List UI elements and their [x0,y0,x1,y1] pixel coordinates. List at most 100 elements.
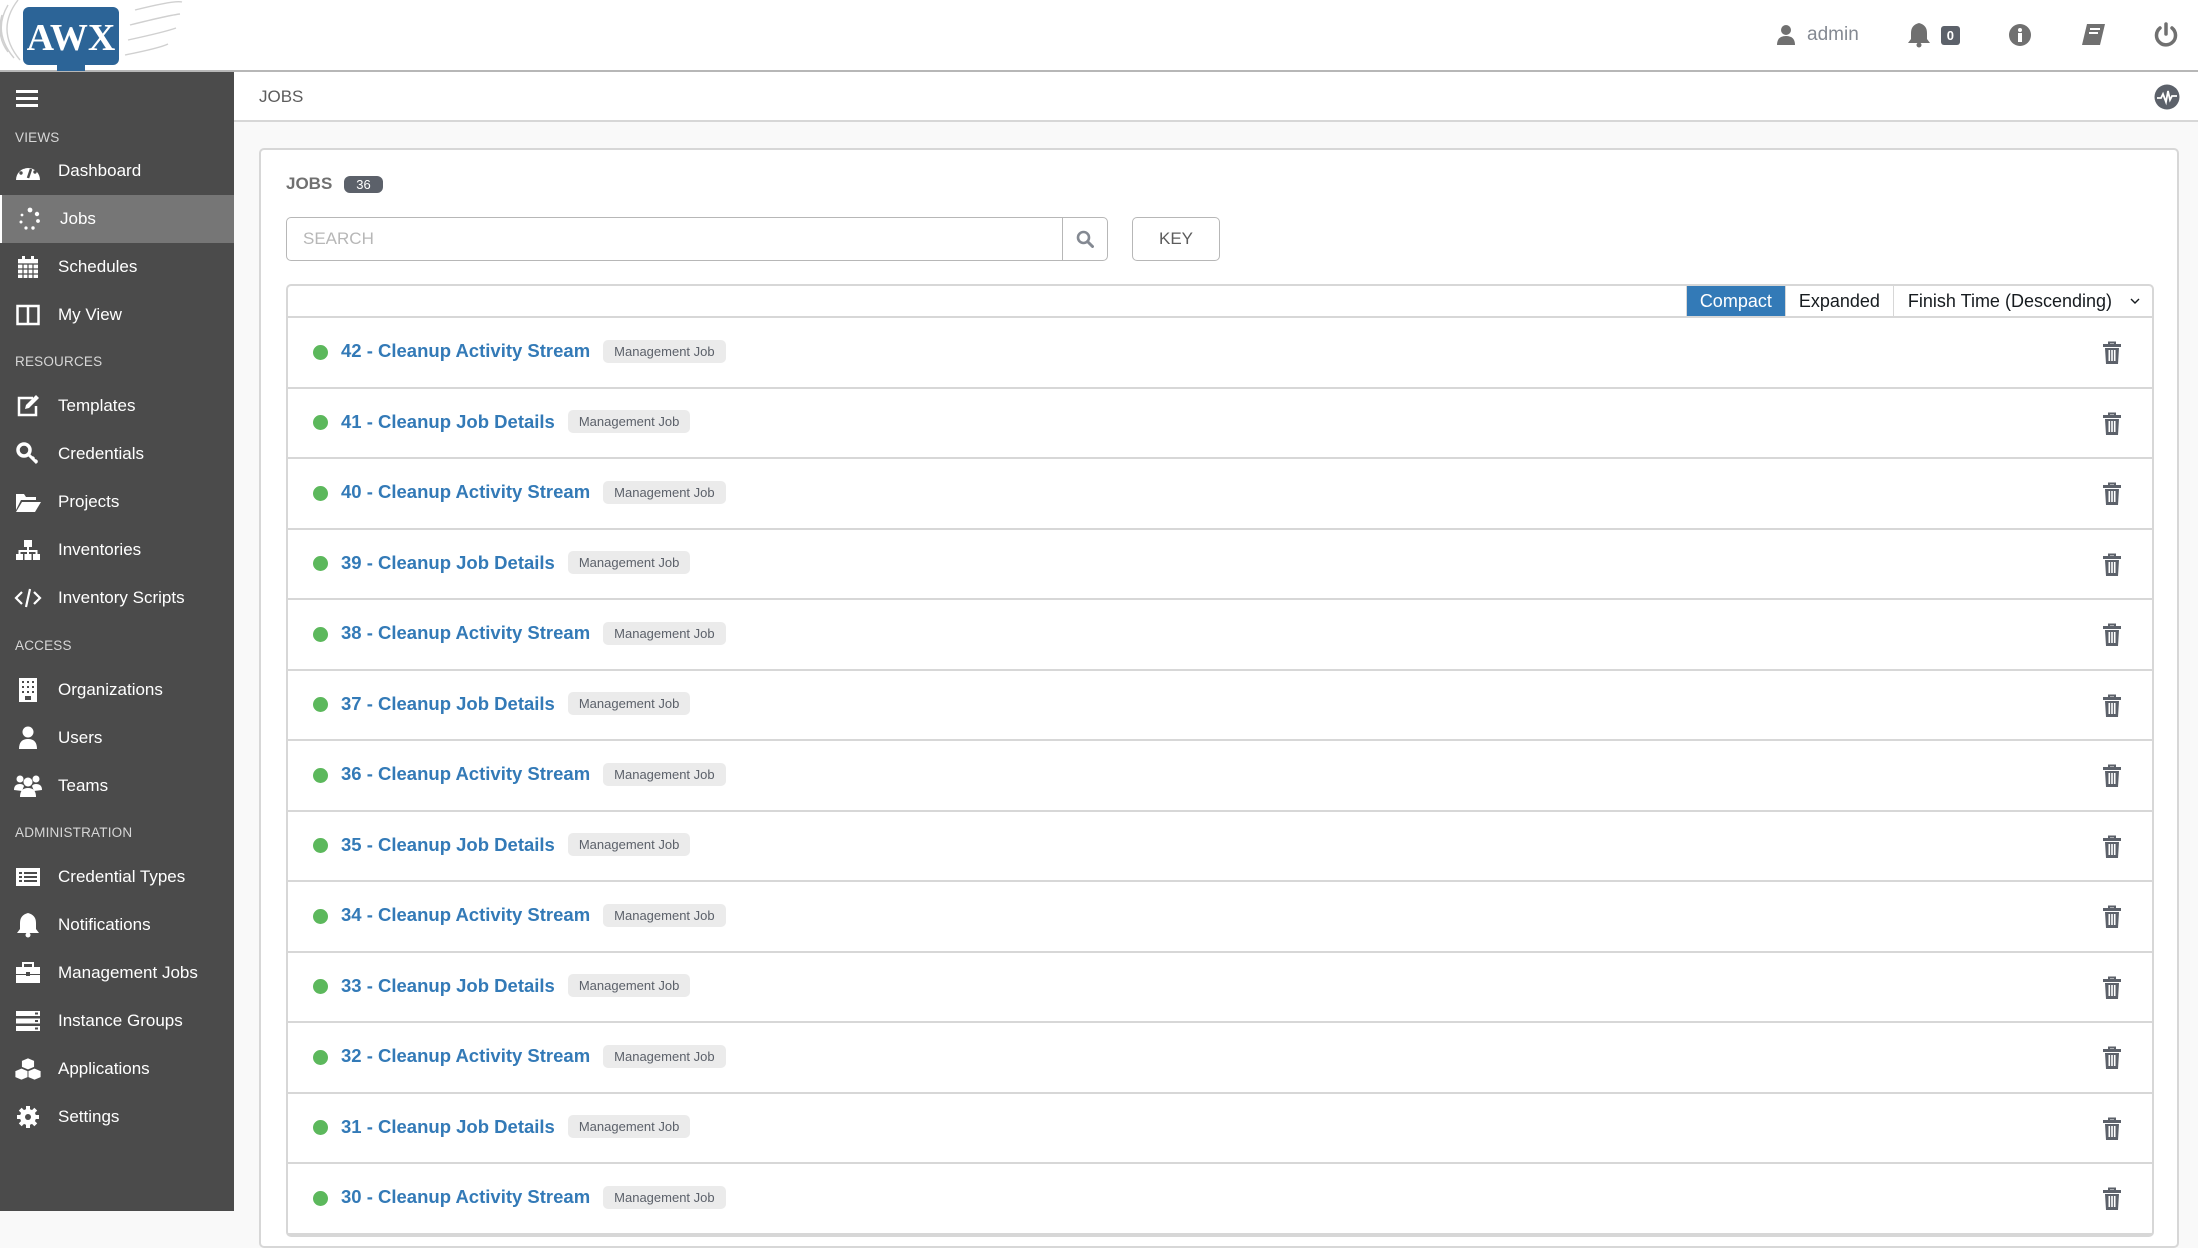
job-type-tag: Management Job [603,339,726,363]
about-button[interactable] [2008,23,2032,47]
sidebar-item-settings[interactable]: Settings [0,1093,234,1141]
job-type-tag: Management Job [603,1044,726,1068]
sidebar-item-users[interactable]: Users [0,714,234,762]
job-row: 41 - Cleanup Job Details Management Job [288,389,2152,459]
cubes-icon [14,1057,42,1081]
job-name-link[interactable]: 32 - Cleanup Activity Stream [341,1045,590,1067]
job-name-link[interactable]: 30 - Cleanup Activity Stream [341,1186,590,1208]
sidebar-item-applications[interactable]: Applications [0,1045,234,1093]
job-name-link[interactable]: 36 - Cleanup Activity Stream [341,763,590,785]
delete-icon[interactable] [2102,1187,2122,1211]
job-name-link[interactable]: 35 - Cleanup Job Details [341,834,555,856]
bell-icon [17,913,39,938]
jobs-count-badge: 36 [344,175,383,193]
job-row: 31 - Cleanup Job Details Management Job [288,1094,2152,1164]
status-successful-icon[interactable] [313,908,328,924]
expanded-view-button[interactable]: Expanded [1784,286,1893,316]
job-row: 42 - Cleanup Activity Stream Management … [288,318,2152,389]
status-successful-icon[interactable] [313,556,328,572]
delete-icon[interactable] [2102,1046,2122,1070]
sort-select[interactable]: Finish Time (Descending) [1892,286,2152,316]
job-name-link[interactable]: 33 - Cleanup Job Details [341,975,555,997]
status-successful-icon[interactable] [313,979,328,995]
breadcrumb-current: JOBS [259,87,304,106]
job-type-tag: Management Job [603,621,726,645]
job-type-tag: Management Job [567,551,691,575]
delete-icon[interactable] [2102,764,2122,788]
search-button[interactable] [1062,218,1107,260]
status-successful-icon[interactable] [313,838,328,854]
sidebar-item-management-jobs[interactable]: Management Jobs [0,949,234,997]
status-successful-icon[interactable] [313,1120,328,1136]
sidebar-item-projects[interactable]: Projects [0,478,234,526]
sidebar-item-credential-types[interactable]: Credential Types [0,853,234,901]
status-successful-icon[interactable] [313,697,328,713]
delete-icon[interactable] [2102,1117,2122,1141]
status-successful-icon[interactable] [313,415,328,431]
sidebar-item-my-view[interactable]: My View [0,291,234,339]
sidebar-item-notifications[interactable]: Notifications [0,901,234,949]
delete-icon[interactable] [2102,412,2122,436]
search-input[interactable] [287,218,1062,260]
delete-icon[interactable] [2102,341,2122,365]
calendar-icon [18,256,38,278]
user-icon [1777,25,1796,45]
job-name-link[interactable]: 42 - Cleanup Activity Stream [341,340,590,362]
sidebar: VIEWS Dashboard Jobs Schedules My View R… [0,72,234,1211]
job-row: 35 - Cleanup Job Details Management Job [288,812,2152,882]
delete-icon[interactable] [2102,905,2122,929]
edit-icon [17,395,39,417]
sidebar-item-jobs[interactable]: Jobs [0,195,234,243]
job-name-link[interactable]: 40 - Cleanup Activity Stream [341,481,590,503]
status-successful-icon[interactable] [313,626,328,642]
delete-icon[interactable] [2102,553,2122,577]
briefcase-icon [16,962,40,983]
job-row: 30 - Cleanup Activity Stream Management … [288,1164,2152,1235]
job-name-link[interactable]: 38 - Cleanup Activity Stream [341,622,590,644]
sidebar-item-templates[interactable]: Templates [0,382,234,430]
sidebar-item-inventory-scripts[interactable]: Inventory Scripts [0,574,234,622]
sidebar-item-inventories[interactable]: Inventories [0,526,234,574]
job-name-link[interactable]: 41 - Cleanup Job Details [341,411,555,433]
sidebar-item-credentials[interactable]: Credentials [0,430,234,478]
power-icon [2154,22,2178,47]
activity-stream-icon[interactable] [2154,84,2180,110]
user-menu[interactable]: admin [1777,24,1859,46]
notifications-button[interactable]: 0 [1907,22,1960,48]
delete-icon[interactable] [2102,976,2122,1000]
jobs-rows: 42 - Cleanup Activity Stream Management … [288,318,2152,1235]
delete-icon[interactable] [2102,623,2122,647]
sidebar-item-instance-groups[interactable]: Instance Groups [0,997,234,1045]
status-successful-icon[interactable] [313,344,328,360]
users-icon [14,775,42,797]
job-row: 38 - Cleanup Activity Stream Management … [288,600,2152,671]
delete-icon[interactable] [2102,482,2122,506]
status-successful-icon[interactable] [313,767,328,783]
logout-button[interactable] [2154,22,2178,48]
sidebar-item-teams[interactable]: Teams [0,762,234,810]
sort-selected-label: Finish Time (Descending) [1907,290,2112,311]
sidebar-item-dashboard[interactable]: Dashboard [0,147,234,195]
book-icon [2082,24,2105,45]
menu-toggle-icon[interactable] [16,90,38,108]
awx-logo[interactable]: AWX [0,0,185,76]
job-name-link[interactable]: 37 - Cleanup Job Details [341,693,555,715]
user-icon [19,726,37,749]
job-row: 39 - Cleanup Job Details Management Job [288,530,2152,600]
job-name-link[interactable]: 39 - Cleanup Job Details [341,552,555,574]
job-row: 33 - Cleanup Job Details Management Job [288,953,2152,1023]
delete-icon[interactable] [2102,694,2122,718]
key-button[interactable]: KEY [1132,217,1220,261]
compact-view-button[interactable]: Compact [1685,286,1785,316]
job-name-link[interactable]: 34 - Cleanup Activity Stream [341,904,590,926]
info-icon [2009,24,2031,46]
sidebar-item-schedules[interactable]: Schedules [0,243,234,291]
status-successful-icon[interactable] [313,1049,328,1065]
job-type-tag: Management Job [603,1185,726,1209]
delete-icon[interactable] [2102,835,2122,859]
documentation-button[interactable] [2080,23,2106,47]
status-successful-icon[interactable] [313,1190,328,1206]
sidebar-item-organizations[interactable]: Organizations [0,666,234,714]
job-name-link[interactable]: 31 - Cleanup Job Details [341,1116,555,1138]
status-successful-icon[interactable] [313,485,328,501]
